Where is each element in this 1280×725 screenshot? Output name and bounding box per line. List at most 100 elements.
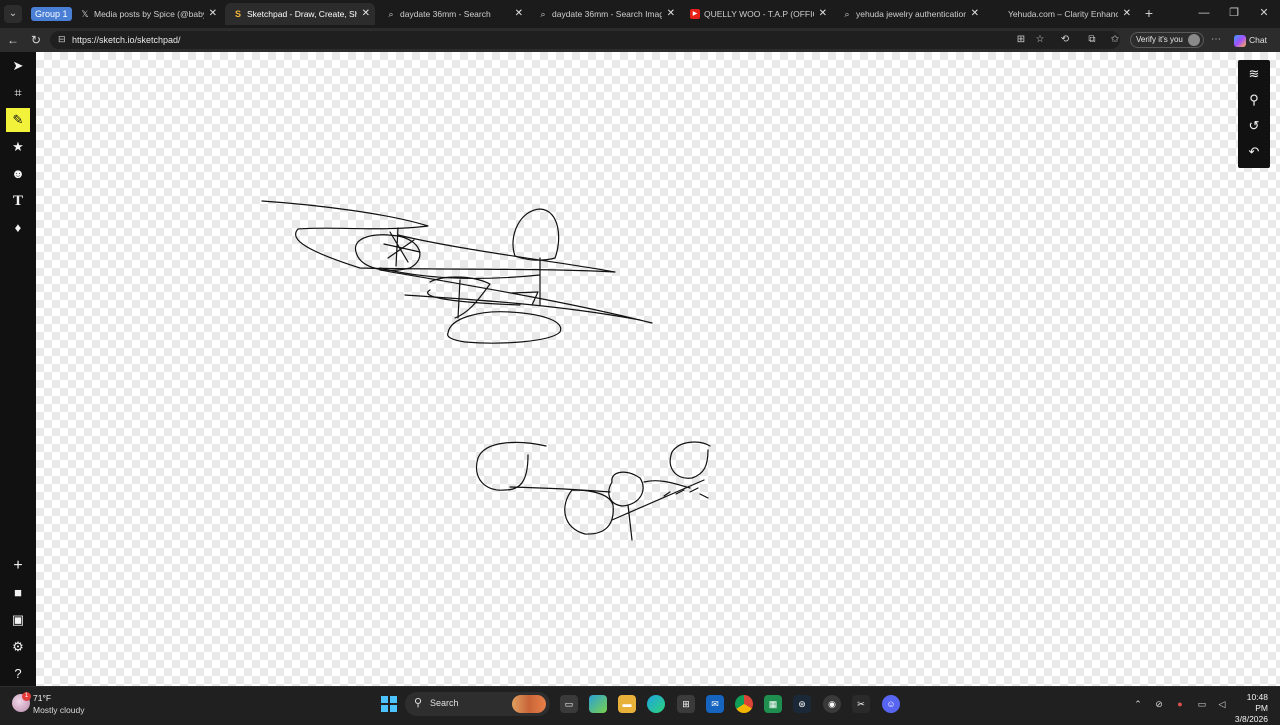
discord-icon[interactable]: ☺ <box>882 695 900 713</box>
text-tool-icon[interactable]: T <box>6 189 30 213</box>
favorites-icon[interactable]: ✩ <box>1108 33 1122 47</box>
minimize-icon[interactable]: — <box>1194 4 1214 22</box>
add-icon[interactable]: + <box>6 554 30 578</box>
task-view-icon[interactable]: ▭ <box>560 695 578 713</box>
app-available-icon[interactable]: ⊞ <box>1014 33 1028 47</box>
spreadsheet-icon[interactable]: ▦ <box>764 695 782 713</box>
store-icon[interactable]: ⊞ <box>677 695 695 713</box>
stroke-body-oval <box>354 234 421 271</box>
undo-icon[interactable]: ↶ <box>1242 140 1266 164</box>
widgets-icon[interactable] <box>589 695 607 713</box>
chrome-icon[interactable] <box>735 695 753 713</box>
stroke-arm <box>611 479 705 541</box>
display-icon[interactable]: ▭ <box>1195 697 1209 711</box>
capcut-icon[interactable]: ✂ <box>852 695 870 713</box>
microphone-icon[interactable]: ● <box>1173 697 1187 711</box>
youtube-icon: ▶ <box>690 9 700 19</box>
help-icon[interactable]: ? <box>6 662 30 686</box>
stroke-right-head <box>669 441 711 479</box>
tab-daydate-search[interactable]: ⌕ daydate 36mm - Search ✕ <box>378 3 528 25</box>
back-arrow-icon[interactable]: ← <box>5 32 21 48</box>
save-disk-icon[interactable]: ▣ <box>6 608 30 632</box>
layers-icon[interactable]: ≋ <box>1242 62 1266 86</box>
restore-icon[interactable]: ❐ <box>1224 4 1244 22</box>
verify-label: Verify it's you <box>1136 35 1183 44</box>
pencil-icon[interactable]: ✎ <box>6 108 30 132</box>
stroke-dashes <box>663 487 709 499</box>
taskbar-search[interactable]: ⚲ Search <box>405 692 550 716</box>
tab-close-icon[interactable]: ✕ <box>819 3 827 25</box>
crop-icon[interactable]: ⌗ <box>6 81 30 105</box>
star-stamp-icon[interactable]: ★ <box>6 135 30 159</box>
search-icon: ⌕ <box>844 9 850 19</box>
select-arrow-icon[interactable]: ➤ <box>6 54 30 78</box>
stroke-bottom-oval <box>564 489 614 535</box>
folder-icon[interactable]: ■ <box>6 581 30 605</box>
volume-icon[interactable]: ◁ <box>1215 697 1229 711</box>
refresh-icon[interactable]: ↻ <box>28 32 44 48</box>
search-icon: ⌕ <box>388 9 394 19</box>
system-clock[interactable]: 10:48 PM 3/8/2026 <box>1232 692 1268 725</box>
show-hidden-icons-icon[interactable]: ⌃ <box>1131 697 1145 711</box>
tab-sketchpad[interactable]: S Sketchpad - Draw, Create, Share ✕ <box>225 3 375 25</box>
steam-icon[interactable]: ⊛ <box>793 695 811 713</box>
sketchpad-icon: S <box>234 9 241 19</box>
tab-close-icon[interactable]: ✕ <box>209 3 217 25</box>
tab-close-icon[interactable]: ✕ <box>1123 3 1131 25</box>
tab-yehuda-search[interactable]: ⌕ yehuda jewelry authentication ✕ <box>834 3 984 25</box>
site-info-icon[interactable]: ⊟ <box>58 34 68 46</box>
zoom-search-icon[interactable]: ⚲ <box>1242 88 1266 112</box>
favorite-star-icon[interactable]: ☆ <box>1033 33 1047 47</box>
tab-media-posts[interactable]: 𝕏 Media posts by Spice (@babysp ✕ <box>72 3 222 25</box>
tab-title: QUELLY WOO - T.A.P (OFFICIAL <box>704 9 814 19</box>
chat-label: Chat <box>1249 35 1267 45</box>
url-text[interactable]: https://sketch.io/sketchpad/ <box>72 31 181 49</box>
more-menu-icon[interactable]: ⋯ <box>1209 33 1223 47</box>
tool-sidebar: ➤ ⌗ ✎ ★ ☻ T ♦ + ■ ▣ ⚙ ? <box>0 52 36 686</box>
tab-close-icon[interactable]: ✕ <box>667 3 675 25</box>
sketch-strokes <box>261 200 711 541</box>
tab-close-icon[interactable]: ✕ <box>362 3 370 25</box>
obs-icon[interactable]: ◉ <box>823 695 841 713</box>
search-icon: ⌕ <box>540 9 546 19</box>
history-icon[interactable]: ↺ <box>1242 114 1266 138</box>
tab-actions-menu-button[interactable]: ⌄ <box>4 5 22 23</box>
tab-title: Yehuda.com – Clarity Enhanced <box>1008 9 1118 19</box>
tab-daydate-images[interactable]: ⌕ daydate 36mm - Search Images ✕ <box>530 3 680 25</box>
address-bar[interactable]: ⊟ https://sketch.io/sketchpad/ <box>50 31 1120 49</box>
tab-close-icon[interactable]: ✕ <box>515 3 523 25</box>
clock-time: 10:48 PM <box>1246 692 1268 713</box>
stroke-head-circle <box>512 208 560 261</box>
notification-badge: 1 <box>22 692 31 701</box>
tab-quelly-woo[interactable]: ▶ QUELLY WOO - T.A.P (OFFICIAL ✕ <box>682 3 832 25</box>
verify-profile-button[interactable]: Verify it's you <box>1130 32 1204 48</box>
tab-yehuda-site[interactable]: Yehuda.com – Clarity Enhanced ✕ <box>986 3 1136 25</box>
weather-temperature[interactable]: 71°F <box>33 693 51 703</box>
close-window-icon[interactable]: ✕ <box>1254 4 1274 22</box>
browser-essentials-icon[interactable]: ⧉ <box>1085 33 1099 47</box>
weather-condition[interactable]: Mostly cloudy <box>33 705 85 715</box>
settings-gears-icon[interactable]: ⚙ <box>6 635 30 659</box>
mail-icon[interactable]: ✉ <box>706 695 724 713</box>
edge-browser-icon[interactable] <box>647 695 665 713</box>
copilot-chat-button[interactable]: Chat <box>1234 33 1267 47</box>
emoji-icon[interactable]: ☻ <box>6 162 30 186</box>
tab-strip: ⌄ Group 1 𝕏 Media posts by Spice (@babys… <box>0 0 1280 28</box>
network-off-icon[interactable]: ⊘ <box>1152 697 1166 711</box>
drawing-canvas[interactable] <box>36 52 1280 686</box>
sketchpad-app: ➤ ⌗ ✎ ★ ☻ T ♦ + ■ ▣ ⚙ ? ≋ ⚲ ↺ ↶ <box>0 52 1280 686</box>
stroke-lower-oval <box>447 311 562 344</box>
site-icon <box>994 9 1004 19</box>
copilot-icon <box>1234 34 1246 47</box>
fill-bucket-icon[interactable]: ♦ <box>6 216 30 240</box>
search-icon: ⚲ <box>414 697 423 709</box>
tab-group-chip[interactable]: Group 1 <box>31 7 72 21</box>
windows-start-icon[interactable] <box>381 696 397 712</box>
tab-close-icon[interactable]: ✕ <box>971 3 979 25</box>
stroke-left-head <box>476 441 547 491</box>
new-tab-button[interactable]: + <box>1139 4 1159 22</box>
extensions-icon[interactable]: ⟲ <box>1058 33 1072 47</box>
file-explorer-icon[interactable]: ▬ <box>618 695 636 713</box>
windows-taskbar: 1 71°F Mostly cloudy ⚲ Search ▭ ▬ ⊞ ✉ ▦ … <box>0 686 1280 724</box>
search-label: Search <box>430 698 459 708</box>
